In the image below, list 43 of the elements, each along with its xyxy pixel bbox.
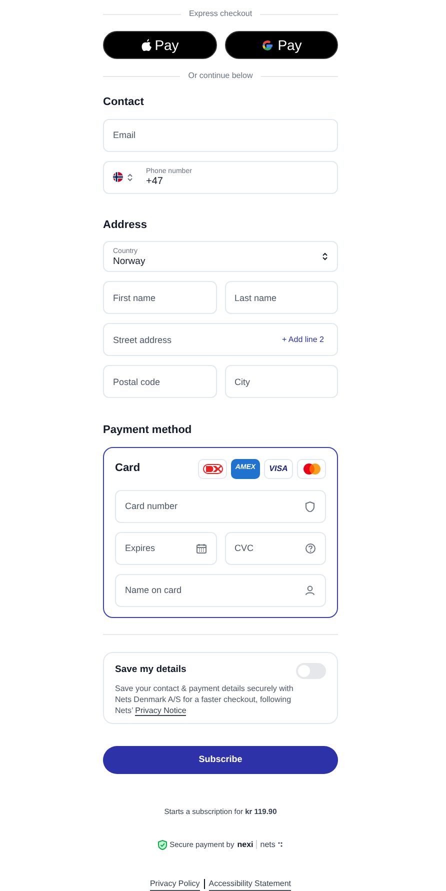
text-field[interactable]: Postal code — [103, 365, 216, 398]
brand-logo: nets — [260, 838, 276, 851]
phone-input[interactable]: +47 — [146, 176, 296, 188]
text-field[interactable]: Last name — [224, 281, 338, 314]
text-field[interactable]: Expires — [115, 532, 216, 564]
brand-logo: nexi — [237, 838, 254, 851]
section-heading: Payment method — [103, 423, 193, 438]
select-value: Norway — [113, 256, 146, 266]
text-field[interactable]: City — [224, 365, 338, 398]
user-icon — [305, 584, 316, 596]
help-icon — [305, 542, 316, 554]
up-down-caret-icon — [127, 172, 133, 182]
divider-label: Or continue below — [188, 70, 253, 82]
text-field[interactable]: First name — [103, 281, 216, 314]
dots-mark-icon — [278, 842, 284, 848]
shield-check-icon — [158, 840, 167, 850]
apple-pay-button[interactable]: Pay — [103, 31, 216, 59]
subscribe-button[interactable]: Subscribe — [103, 746, 338, 774]
save-title: Save my details — [115, 663, 186, 678]
text-field[interactable]: Email — [103, 118, 338, 152]
consent-text: Save your contact & payment details securely with Nets Denmark A/S for a faster checkout, following Nets’ Privacy Notice — [115, 682, 294, 716]
shield-icon — [305, 500, 316, 512]
footer-link[interactable]: Privacy Policy — [150, 878, 200, 891]
divider-label: Express checkout — [188, 8, 252, 20]
text-field[interactable]: Card number — [115, 490, 326, 522]
dankort-icon — [202, 464, 222, 474]
norway-flag-icon — [113, 172, 123, 182]
add-line-link[interactable]: + Add line 2 — [282, 335, 324, 345]
google-icon — [260, 38, 274, 52]
section-heading: Contact — [103, 95, 145, 110]
toggle-switch[interactable] — [296, 662, 326, 678]
google-pay-button[interactable]: Pay — [224, 31, 338, 59]
calendar-icon — [196, 542, 206, 554]
apple-icon — [140, 38, 153, 52]
privacy-notice-link[interactable]: Privacy Notice — [135, 706, 186, 716]
text-field[interactable]: CVC — [224, 532, 326, 564]
visa-logo: VISA — [264, 458, 293, 478]
text-field[interactable]: Name on card — [115, 574, 326, 606]
card-title: Card — [115, 461, 140, 476]
footer-link[interactable]: Accessibility Statement — [208, 878, 292, 891]
up-down-caret-icon — [322, 252, 328, 261]
mastercard-icon — [302, 462, 320, 474]
section-heading: Address — [103, 218, 148, 232]
